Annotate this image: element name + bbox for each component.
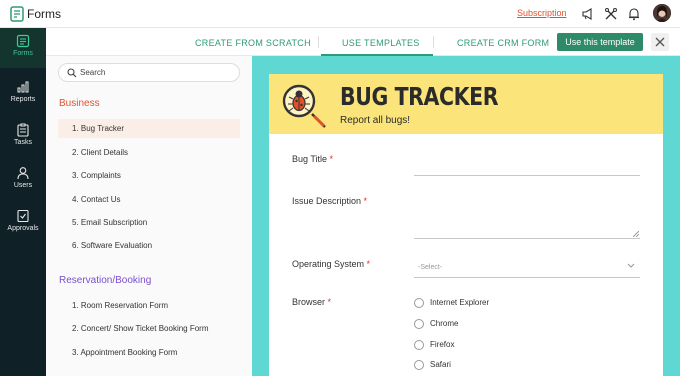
nav-label-forms: Forms [13, 50, 33, 57]
form-header: BUG TRACKER Report all bugs! [269, 74, 663, 134]
form-title: BUG TRACKER [340, 82, 499, 111]
top-bar: Forms Subscription [0, 0, 680, 28]
avatar-image-icon [653, 4, 671, 22]
forms-icon [16, 34, 30, 48]
form-preview-card: BUG TRACKER Report all bugs! Bug Title *… [269, 74, 663, 376]
template-item-appointment-booking[interactable]: 3. Appointment Booking Form [58, 343, 240, 362]
template-item-ticket-booking[interactable]: 2. Concert/ Show Ticket Booking Form [58, 319, 240, 338]
nav-label-approvals: Approvals [7, 225, 39, 232]
nav-label-reports: Reports [10, 96, 36, 103]
app-name: Forms [27, 7, 61, 21]
nav-label-users: Users [13, 182, 33, 189]
subscription-link[interactable]: Subscription [517, 8, 567, 18]
tab-create-from-scratch[interactable]: CREATE FROM SCRATCH [195, 38, 311, 48]
category-business-title: Business [59, 98, 100, 109]
tasks-icon [17, 123, 29, 137]
bug-title-label: Bug Title * [292, 154, 333, 164]
search-placeholder: Search [80, 68, 106, 77]
required-marker: * [366, 259, 371, 269]
operating-system-select[interactable] [414, 277, 640, 278]
nav-item-reports[interactable]: Reports [0, 74, 46, 114]
operating-system-label-text: Operating System [292, 259, 365, 269]
operating-system-label: Operating System * [292, 259, 370, 269]
nav-item-users[interactable]: Users [0, 160, 46, 200]
browser-label-text: Browser [292, 297, 326, 307]
template-item-email-subscription[interactable]: 5. Email Subscription [58, 213, 240, 232]
radio-chrome[interactable] [414, 319, 424, 329]
issue-description-label: Issue Description * [292, 196, 367, 206]
required-marker: * [363, 196, 368, 206]
left-nav: Forms Reports Tasks Users Approvals [0, 28, 46, 376]
resize-handle-icon[interactable] [633, 231, 639, 237]
radio-label-chrome: Chrome [430, 319, 459, 328]
nav-label-tasks: Tasks [14, 139, 32, 146]
radio-label-internet-explorer: Internet Explorer [430, 298, 490, 307]
template-search-input[interactable]: Search [58, 63, 240, 82]
tab-divider [433, 36, 434, 48]
search-icon [67, 68, 77, 78]
close-button[interactable] [651, 33, 669, 51]
nav-item-approvals[interactable]: Approvals [0, 203, 46, 243]
radio-firefox[interactable] [414, 340, 424, 350]
forms-logo-icon [10, 6, 24, 22]
template-item-contact-us[interactable]: 4. Contact Us [58, 190, 240, 209]
radio-internet-explorer[interactable] [414, 298, 424, 308]
user-avatar[interactable] [653, 4, 671, 22]
tab-divider [318, 36, 319, 48]
use-this-template-button[interactable]: Use this template [557, 33, 643, 51]
required-marker: * [329, 154, 334, 164]
radio-label-safari: Safari [430, 360, 451, 369]
category-reservation-title: Reservation/Booking [59, 275, 152, 286]
template-item-room-reservation[interactable]: 1. Room Reservation Form [58, 296, 240, 315]
close-icon [655, 37, 665, 47]
template-item-complaints[interactable]: 3. Complaints [58, 166, 240, 185]
template-item-software-evaluation[interactable]: 6. Software Evaluation [58, 236, 240, 255]
approvals-icon [17, 209, 29, 223]
nav-item-forms[interactable]: Forms [0, 28, 46, 68]
tab-create-crm-form[interactable]: CREATE CRM FORM [457, 38, 549, 48]
issue-description-label-text: Issue Description [292, 196, 362, 206]
browser-label: Browser * [292, 297, 331, 307]
bug-title-input[interactable] [414, 175, 640, 176]
tools-icon[interactable] [604, 7, 618, 21]
radio-safari[interactable] [414, 360, 424, 370]
operating-system-select-value[interactable]: -Select- [418, 264, 442, 271]
users-icon [17, 167, 29, 180]
template-sidebar: Search Business 1. Bug Tracker 2. Client… [46, 56, 252, 376]
issue-description-textarea[interactable] [414, 238, 640, 239]
bell-icon[interactable] [627, 7, 641, 21]
bug-magnifier-icon [282, 84, 326, 128]
template-item-client-details[interactable]: 2. Client Details [58, 143, 240, 162]
bug-title-label-text: Bug Title [292, 154, 328, 164]
chevron-down-icon[interactable] [627, 263, 635, 269]
radio-label-firefox: Firefox [430, 340, 455, 349]
reports-icon [17, 81, 29, 93]
form-subtitle: Report all bugs! [340, 115, 411, 126]
template-item-bug-tracker[interactable]: 1. Bug Tracker [58, 119, 240, 138]
megaphone-icon[interactable] [581, 7, 595, 21]
nav-item-tasks[interactable]: Tasks [0, 117, 46, 157]
tab-use-templates[interactable]: USE TEMPLATES [342, 38, 420, 48]
required-marker: * [327, 297, 332, 307]
